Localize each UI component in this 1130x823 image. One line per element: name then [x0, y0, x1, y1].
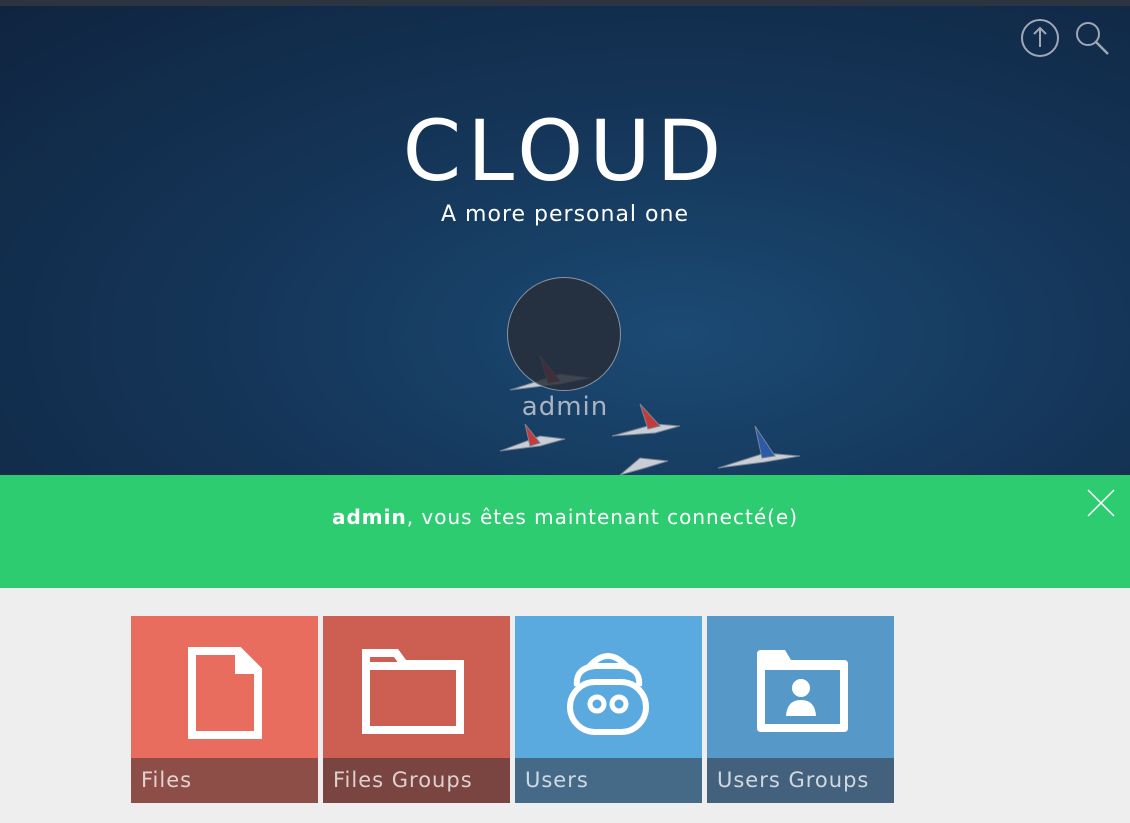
- avatar[interactable]: [507, 277, 621, 391]
- alert-message: admin, vous êtes maintenant connecté(e): [0, 505, 1130, 529]
- alert-text: , vous êtes maintenant connecté(e): [406, 505, 799, 529]
- tile-users[interactable]: Users: [515, 616, 702, 803]
- upload-button[interactable]: [1020, 18, 1060, 58]
- hero-banner: CLOUD A more personal one admin: [0, 6, 1130, 475]
- search-button[interactable]: [1072, 18, 1112, 58]
- tile-label-users: Users: [515, 758, 702, 803]
- tile-label-files-groups: Files Groups: [323, 758, 510, 803]
- tile-users-groups[interactable]: Users Groups: [707, 616, 894, 803]
- user-face-icon: [567, 653, 649, 735]
- page-title: CLOUD: [402, 102, 728, 200]
- file-icon: [188, 647, 262, 739]
- search-icon: [1076, 22, 1109, 55]
- alert-username: admin: [331, 505, 407, 529]
- tile-files[interactable]: Files: [131, 616, 318, 803]
- close-icon: [1087, 489, 1115, 517]
- tile-files-groups[interactable]: Files Groups: [323, 616, 510, 803]
- login-success-alert: admin, vous êtes maintenant connecté(e): [0, 475, 1130, 588]
- folder-icon: [362, 649, 464, 734]
- tile-label-files: Files: [131, 758, 318, 803]
- page-subtitle: A more personal one: [441, 202, 689, 227]
- user-folder-icon: [757, 650, 848, 732]
- tile-label-users-groups: Users Groups: [707, 758, 894, 803]
- alert-close-button[interactable]: [1086, 488, 1116, 518]
- upload-icon: [1021, 19, 1059, 57]
- username-label: admin: [521, 392, 609, 422]
